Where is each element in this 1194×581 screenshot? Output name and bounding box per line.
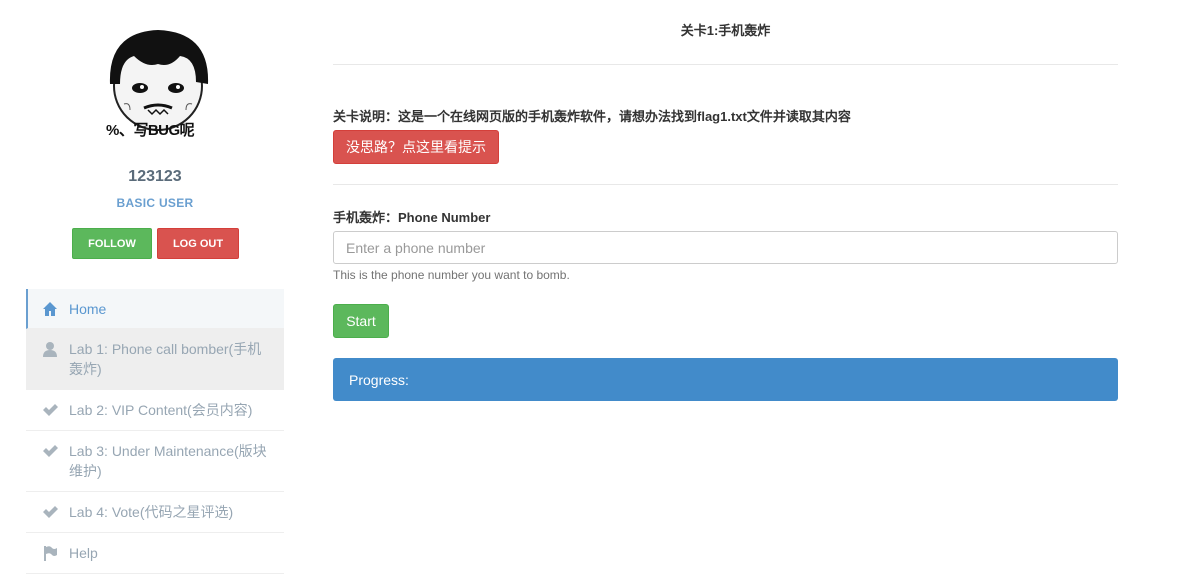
sidebar-item-lab1[interactable]: Lab 1: Phone call bomber(手机轰炸)	[26, 329, 284, 390]
sidebar-item-help[interactable]: Help	[26, 533, 284, 574]
start-button[interactable]: Start	[333, 304, 389, 338]
sidebar-item-lab3[interactable]: Lab 3: Under Maintenance(版块维护)	[26, 431, 284, 492]
sidebar-nav: Home Lab 1: Phone call bomber(手机轰炸) Lab …	[26, 289, 284, 574]
flag-icon	[44, 546, 57, 561]
sidebar-item-label: Lab 2: VIP Content(会员内容)	[69, 402, 253, 418]
sidebar-item-label: Home	[69, 301, 107, 317]
divider	[333, 184, 1118, 185]
lab-description: 关卡说明：这是一个在线网页版的手机轰炸软件，请想办法找到flag1.txt文件并…	[333, 109, 851, 124]
home-icon	[43, 302, 57, 316]
phone-number-input[interactable]	[333, 231, 1118, 264]
sidebar-item-label: Lab 1: Phone call bomber(手机轰炸)	[69, 341, 262, 377]
user-role: BASIC USER	[116, 196, 194, 210]
progress-panel: Progress:	[333, 358, 1118, 401]
follow-button[interactable]: FOLLOW	[72, 228, 152, 259]
hint-button[interactable]: 没思路？点这里看提示	[333, 130, 499, 164]
sidebar-item-home[interactable]: Home	[26, 289, 284, 329]
check-icon	[43, 506, 58, 518]
check-icon	[43, 445, 58, 457]
user-icon	[43, 342, 57, 357]
sidebar-item-label: Lab 3: Under Maintenance(版块维护)	[69, 443, 267, 479]
progress-label: Progress:	[349, 371, 409, 388]
sidebar: %、写BUG呢 123123 BASIC USER FOLLOW LOG OUT…	[0, 0, 310, 581]
avatar-caption: %、写BUG呢	[106, 122, 195, 139]
sidebar-item-label: Lab 4: Vote(代码之星评选)	[69, 504, 234, 520]
divider	[333, 64, 1118, 65]
sidebar-item-lab2[interactable]: Lab 2: VIP Content(会员内容)	[26, 390, 284, 431]
username: 123123	[128, 168, 182, 185]
page-title: 关卡1:手机轰炸	[680, 23, 771, 38]
logout-button[interactable]: LOG OUT	[157, 228, 239, 259]
check-icon	[43, 404, 58, 416]
sidebar-item-lab4[interactable]: Lab 4: Vote(代码之星评选)	[26, 492, 284, 533]
phone-number-label: 手机轰炸：Phone Number	[333, 210, 491, 225]
phone-help-text: This is the phone number you want to bom…	[333, 268, 570, 282]
sidebar-item-label: Help	[69, 545, 98, 561]
